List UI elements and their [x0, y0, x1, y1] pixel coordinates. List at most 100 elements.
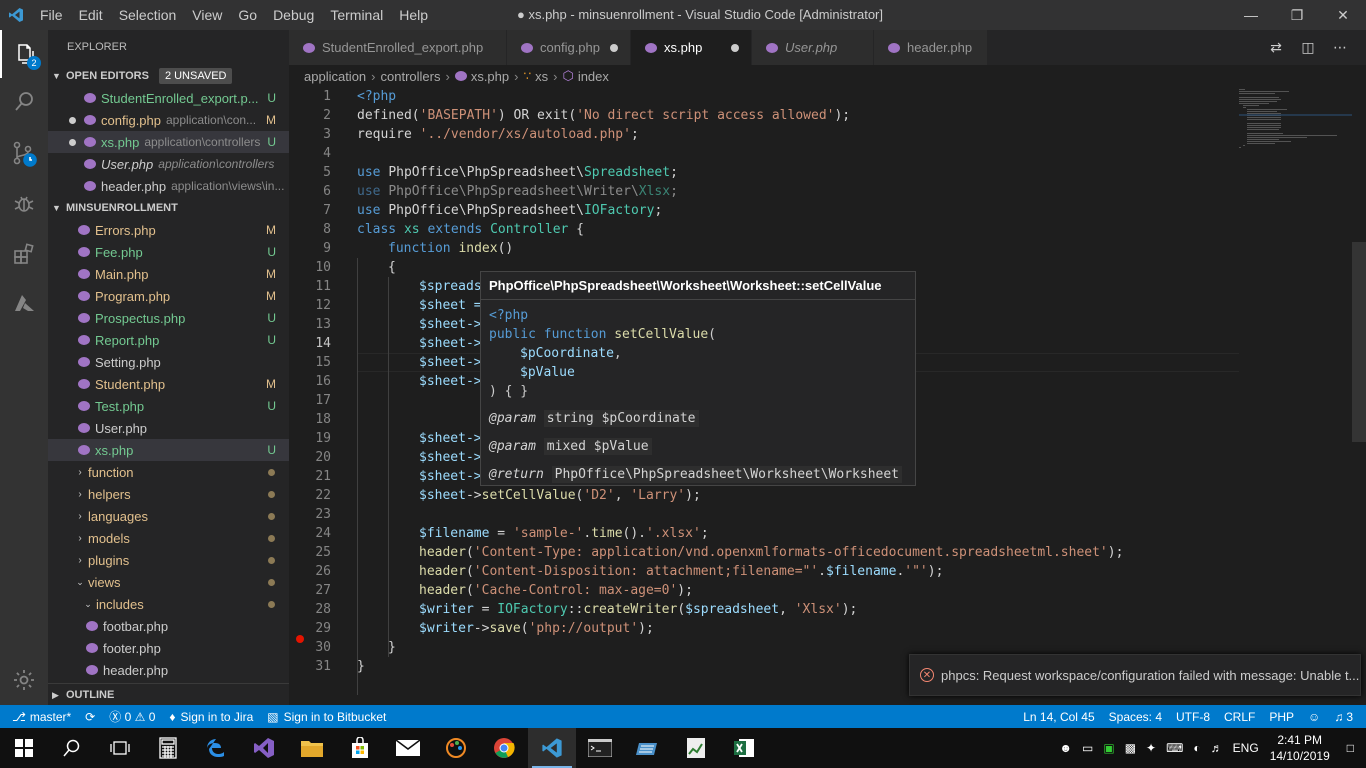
file-item[interactable]: xs.php U	[48, 439, 289, 461]
open-editor-item[interactable]: StudentEnrolled_export.p... U	[48, 87, 289, 109]
breadcrumb-item[interactable]: index	[578, 69, 609, 84]
file-item[interactable]: Report.php U	[48, 329, 289, 351]
file-item[interactable]: Errors.php M	[48, 219, 289, 241]
edge-browser-icon[interactable]	[192, 728, 240, 768]
menu-selection[interactable]: Selection	[111, 0, 185, 30]
file-item[interactable]: Student.php M	[48, 373, 289, 395]
outline-header[interactable]: ▶ OUTLINE	[48, 683, 289, 705]
network-app-icon[interactable]	[624, 728, 672, 768]
menu-terminal[interactable]: Terminal	[322, 0, 391, 30]
branch-status[interactable]: ⎇ master*	[0, 710, 78, 724]
editor-scrollbar[interactable]	[1352, 87, 1366, 705]
more-actions-icon[interactable]: ⋯	[1324, 39, 1356, 56]
notifications[interactable]: ♫ 3	[1327, 710, 1360, 724]
task-view-icon[interactable]	[96, 728, 144, 768]
debug-icon[interactable]	[0, 180, 48, 228]
breadcrumb-item[interactable]: xs.php	[471, 69, 509, 84]
file-item[interactable]: Prospectus.php U	[48, 307, 289, 329]
source-control-icon[interactable]	[0, 130, 48, 178]
menu-file[interactable]: File	[32, 0, 71, 30]
search-icon[interactable]	[0, 78, 48, 126]
file-item[interactable]: Setting.php	[48, 351, 289, 373]
tab-studentenrolled-export[interactable]: StudentEnrolled_export.php	[289, 30, 507, 65]
file-item[interactable]: footbar.php	[48, 615, 289, 637]
menu-go[interactable]: Go	[230, 0, 265, 30]
jira-signin[interactable]: ♦ Sign in to Jira	[162, 710, 260, 724]
open-editors-header[interactable]: ▼ OPEN EDITORS 2 UNSAVED	[48, 65, 289, 87]
error-notification[interactable]: ✕ phpcs: Request workspace/configuration…	[909, 654, 1361, 696]
notepad-chart-icon[interactable]	[672, 728, 720, 768]
terminal-icon[interactable]	[576, 728, 624, 768]
tab-config[interactable]: config.php	[507, 30, 631, 65]
folder-item[interactable]: › plugins	[48, 549, 289, 571]
encoding[interactable]: UTF-8	[1169, 710, 1217, 724]
open-editor-item[interactable]: xs.php application\controllers U	[48, 131, 289, 153]
unsaved-dot-icon[interactable]	[610, 43, 618, 52]
menu-debug[interactable]: Debug	[265, 0, 322, 30]
action-center-icon[interactable]: □	[1347, 741, 1354, 755]
open-editor-item[interactable]: User.php application\controllers	[48, 153, 289, 175]
folder-item[interactable]: › models	[48, 527, 289, 549]
folder-item[interactable]: › function	[48, 461, 289, 483]
calculator-icon[interactable]	[144, 728, 192, 768]
folder-item[interactable]: ⌄ includes	[48, 593, 289, 615]
volume-icon[interactable]: ♬	[1211, 741, 1223, 755]
file-item[interactable]: Main.php M	[48, 263, 289, 285]
close-icon[interactable]: ✕	[1320, 0, 1366, 30]
sync-icon[interactable]: ⟳	[78, 710, 102, 724]
open-changes-icon[interactable]: ⇄	[1260, 39, 1292, 56]
file-item[interactable]: Program.php M	[48, 285, 289, 307]
settings-gear-icon[interactable]	[0, 656, 48, 704]
menu-view[interactable]: View	[184, 0, 230, 30]
vscode-taskbar-icon[interactable]	[528, 728, 576, 768]
explorer-icon[interactable]: 2	[0, 30, 48, 78]
chrome-icon[interactable]	[480, 728, 528, 768]
wifi-icon[interactable]: ◐	[1193, 741, 1200, 755]
folder-item[interactable]: › helpers	[48, 483, 289, 505]
file-explorer-icon[interactable]	[288, 728, 336, 768]
breadcrumb-item[interactable]: xs	[535, 69, 548, 84]
file-item[interactable]: footer.php	[48, 637, 289, 659]
split-editor-icon[interactable]: ◫	[1292, 39, 1324, 56]
restore-icon[interactable]: ❐	[1274, 0, 1320, 30]
battery-icon[interactable]: ▭	[1082, 741, 1093, 755]
open-editor-item[interactable]: config.php application\con... M	[48, 109, 289, 131]
network-tray-icon[interactable]: ▩	[1125, 741, 1136, 755]
file-item[interactable]: User.php	[48, 417, 289, 439]
breadcrumb-item[interactable]: controllers	[381, 69, 441, 84]
language-indicator[interactable]: ENG	[1233, 741, 1259, 755]
open-editor-item[interactable]: header.php application\views\in...	[48, 175, 289, 197]
bitbucket-signin[interactable]: ▧ Sign in to Bitbucket	[260, 710, 393, 724]
breadcrumb-item[interactable]: application	[304, 69, 366, 84]
file-item[interactable]: header.php	[48, 659, 289, 681]
problems-status[interactable]: Ⓧ 0 ⚠ 0	[102, 708, 162, 725]
feedback-smiley-icon[interactable]: ☺	[1301, 710, 1327, 724]
windows-start-icon[interactable]	[0, 728, 48, 768]
menu-edit[interactable]: Edit	[71, 0, 111, 30]
azure-icon[interactable]	[0, 280, 48, 328]
unsaved-dot-icon[interactable]	[731, 43, 739, 52]
folder-item[interactable]: › languages	[48, 505, 289, 527]
usb-icon[interactable]: ✦	[1146, 741, 1156, 755]
indentation[interactable]: Spaces: 4	[1102, 710, 1169, 724]
language-mode[interactable]: PHP	[1262, 710, 1301, 724]
store-icon[interactable]	[336, 728, 384, 768]
extensions-icon[interactable]	[0, 230, 48, 278]
paint-icon[interactable]	[432, 728, 480, 768]
tab-header[interactable]: header.php	[874, 30, 988, 65]
clock[interactable]: 2:41 PM 14/10/2019	[1270, 732, 1330, 764]
people-icon[interactable]: ☻	[1059, 741, 1072, 755]
cursor-position[interactable]: Ln 14, Col 45	[1016, 710, 1101, 724]
search-icon[interactable]	[48, 728, 96, 768]
end-of-line[interactable]: CRLF	[1217, 710, 1262, 724]
keyboard-icon[interactable]: ⌨	[1166, 741, 1183, 755]
folder-item[interactable]: ⌄ views	[48, 571, 289, 593]
tab-xs[interactable]: xs.php	[631, 30, 752, 65]
tab-user[interactable]: User.php	[752, 30, 874, 65]
file-item[interactable]: Fee.php U	[48, 241, 289, 263]
file-item[interactable]: Test.php U	[48, 395, 289, 417]
minimize-icon[interactable]: —	[1228, 0, 1274, 30]
project-header[interactable]: ▼ MINSUENROLLMENT	[48, 197, 289, 219]
mail-icon[interactable]	[384, 728, 432, 768]
minimap[interactable]	[1239, 87, 1354, 167]
